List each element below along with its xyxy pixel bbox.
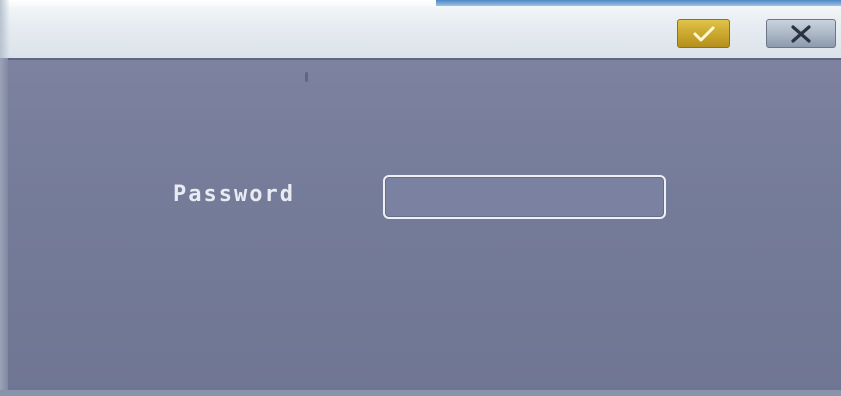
title-edge [0, 0, 10, 58]
title-bar [0, 0, 841, 58]
title-highlight [0, 0, 440, 8]
cancel-button[interactable] [766, 19, 836, 48]
confirm-button[interactable] [677, 19, 730, 48]
screen-speck [305, 72, 308, 82]
title-accent [436, 0, 841, 6]
body-divider [8, 58, 841, 60]
password-input[interactable] [383, 175, 666, 219]
password-screen: Password [0, 0, 841, 396]
bottom-border [0, 390, 841, 396]
left-border [0, 58, 8, 396]
dialog-body [8, 58, 841, 392]
password-label: Password [173, 182, 295, 207]
check-icon [693, 26, 714, 41]
close-icon [791, 24, 811, 43]
